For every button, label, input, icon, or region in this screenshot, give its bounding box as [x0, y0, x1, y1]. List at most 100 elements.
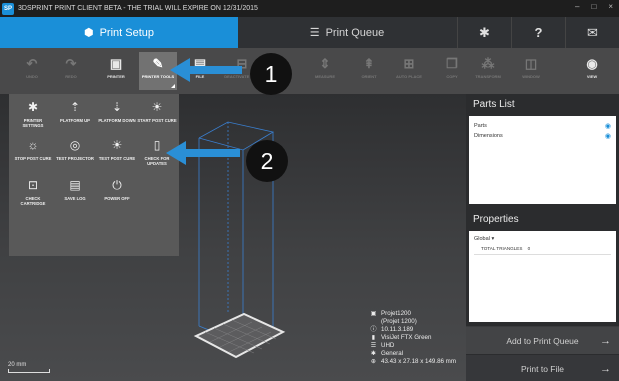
- undo-icon: ↶: [26, 56, 38, 71]
- toolbar: ↶ UNDO ↷ REDO ▣ PRINTER ✎ PRINTER TOOLS ▤ FIL…: [0, 48, 619, 94]
- title-bar: SP 3DSPRINT PRINT CLIENT BETA - THE TRIA…: [0, 0, 619, 17]
- mail-icon[interactable]: ✉: [565, 17, 619, 48]
- arrow-right-icon: →: [600, 363, 611, 375]
- quality-icon: ☰: [370, 342, 377, 349]
- eye-icon[interactable]: ◉: [605, 132, 611, 140]
- build-size: 43.43 x 27.18 x 149.86 mm: [381, 358, 456, 365]
- stop-post-cure-item[interactable]: ☼ STOP POST CURE: [13, 136, 53, 176]
- properties-title: Properties: [473, 213, 519, 225]
- print-mode: General: [381, 350, 404, 357]
- tab-print-setup[interactable]: ⬢ Print Setup: [0, 17, 238, 48]
- orient-label: ORIENT: [361, 74, 377, 79]
- menu-item-label: PLATFORM DOWN: [98, 118, 136, 123]
- chevron-down-icon: ▾: [491, 236, 495, 242]
- redo-label: REDO: [65, 74, 77, 79]
- window-title: 3DSPRINT PRINT CLIENT BETA - THE TRIAL W…: [18, 5, 258, 12]
- view-label: VIEW: [586, 74, 598, 79]
- start-post-cure-item[interactable]: ☀ START POST CURE: [137, 98, 177, 138]
- sun-off-icon: ☼: [27, 138, 39, 152]
- orient-button[interactable]: ⇞ ORIENT: [350, 52, 388, 90]
- orient-icon: ⇞: [363, 56, 375, 71]
- document-icon: ▤: [69, 178, 81, 192]
- printer-name: Projet1200: [381, 310, 411, 317]
- dimensions-row[interactable]: Dimensions ◉: [474, 131, 611, 141]
- test-post-cure-item[interactable]: ☀ TEST POST CURE: [97, 136, 137, 176]
- triangles-row: TOTAL TRIANGLES 0: [474, 246, 611, 255]
- printer-settings-item[interactable]: ✱ PRINTER SETTINGS: [13, 98, 53, 138]
- menu-item-label: STOP POST CURE: [14, 156, 52, 161]
- undo-label: UNDO: [26, 74, 38, 79]
- eye-icon: ◉: [586, 56, 598, 71]
- parts-list-title: Parts List: [473, 99, 515, 110]
- print-quality: UHD: [381, 342, 395, 349]
- undo-button[interactable]: ↶ UNDO: [13, 52, 51, 90]
- auto-place-label: AUTO PLACE: [396, 74, 422, 79]
- queue-list-icon: ☰: [309, 27, 320, 39]
- menu-item-label: POWER OFF: [104, 196, 130, 201]
- check-for-updates-item[interactable]: ▯ CHECK FOR UPDATES: [137, 136, 177, 176]
- dimensions-row-label: Dimensions: [474, 133, 503, 139]
- print-to-file-label: Print to File: [521, 364, 564, 374]
- eye-icon[interactable]: ◉: [605, 122, 611, 130]
- menu-item-label: CHECK CARTRIDGE: [20, 196, 46, 206]
- settings-gear-icon[interactable]: ✱: [457, 17, 511, 48]
- printer-tools-label: PRINTER TOOLS: [141, 74, 175, 79]
- menu-item-label: PLATFORM UP: [60, 118, 90, 123]
- deactivate-icon: ⊟: [236, 56, 248, 71]
- file-button[interactable]: ▤ FILE: [181, 52, 219, 90]
- power-off-item[interactable]: ⏻ POWER OFF: [97, 176, 137, 216]
- window-label: WINDOW: [522, 74, 540, 79]
- printer-icon: ▣: [109, 56, 123, 71]
- scope-value: Global: [474, 236, 490, 242]
- cartridge-icon: ⊡: [27, 178, 39, 192]
- menu-item-label: CHECK FOR UPDATES: [144, 156, 170, 166]
- test-projector-item[interactable]: ◎ TEST PROJECTOR: [55, 136, 95, 176]
- printer-model: (Projet 1200): [381, 318, 417, 325]
- redo-icon: ↷: [65, 56, 77, 71]
- save-log-item[interactable]: ▤ SAVE LOG: [55, 176, 95, 216]
- view-button[interactable]: ◉ VIEW: [573, 52, 611, 90]
- window-button[interactable]: ◫ WINDOW: [512, 52, 550, 90]
- minimize-button[interactable]: –: [575, 2, 579, 11]
- printer-button[interactable]: ▣ PRINTER: [97, 52, 135, 90]
- parts-row-label: Parts: [474, 123, 487, 129]
- copy-button[interactable]: ❐ COPY: [433, 52, 471, 90]
- tab-print-queue[interactable]: ☰ Print Queue: [238, 17, 456, 48]
- close-button[interactable]: ×: [608, 2, 613, 11]
- printer-tools-button[interactable]: ✎ PRINTER TOOLS: [139, 52, 177, 90]
- parts-row[interactable]: Parts ◉: [474, 121, 611, 131]
- sun-icon: ☀: [111, 138, 123, 152]
- size-icon: ⊕: [370, 358, 377, 365]
- triangles-value: 0: [527, 246, 531, 251]
- measure-button[interactable]: ⇕ MEASURE: [306, 52, 344, 90]
- menu-item-label: START POST CURE: [137, 118, 177, 123]
- maximize-button[interactable]: □: [591, 2, 596, 11]
- menu-item-label: TEST POST CURE: [98, 156, 136, 161]
- help-icon[interactable]: ?: [511, 17, 565, 48]
- platform-up-item[interactable]: ⇡ PLATFORM UP: [55, 98, 95, 138]
- menu-item-label: TEST PROJECTOR: [56, 156, 94, 161]
- scope-dropdown[interactable]: Global ▾: [474, 236, 611, 242]
- triangles-label: TOTAL TRIANGLES: [481, 246, 523, 251]
- properties-box: Global ▾ TOTAL TRIANGLES 0: [469, 231, 616, 322]
- check-cartridge-item[interactable]: ⊡ CHECK CARTRIDGE: [13, 176, 53, 216]
- auto-place-icon: ⊞: [403, 56, 415, 71]
- add-to-print-queue-label: Add to Print Queue: [506, 335, 579, 346]
- printer-material: VisiJet FTX Green: [381, 334, 432, 341]
- upload-icon: ⇡: [69, 100, 81, 114]
- update-icon: ▯: [153, 138, 161, 152]
- print-to-file-button[interactable]: Print to File →: [466, 355, 619, 381]
- redo-button[interactable]: ↷ REDO: [52, 52, 90, 90]
- copy-label: COPY: [446, 74, 458, 79]
- add-to-print-queue-button[interactable]: Add to Print Queue →: [466, 326, 619, 354]
- callout-1: 1: [250, 53, 292, 95]
- transform-label: TRANSFORM: [475, 74, 501, 79]
- auto-place-button[interactable]: ⊞ AUTO PLACE: [390, 52, 428, 90]
- power-icon: ⏻: [112, 178, 122, 192]
- transform-button[interactable]: ⁂ TRANSFORM: [469, 52, 507, 90]
- file-icon: ▤: [193, 56, 207, 71]
- info-icon: ⓘ: [370, 326, 377, 333]
- wrench-icon: ✎: [152, 56, 164, 71]
- download-icon: ⇣: [111, 100, 123, 114]
- platform-down-item[interactable]: ⇣ PLATFORM DOWN: [97, 98, 137, 138]
